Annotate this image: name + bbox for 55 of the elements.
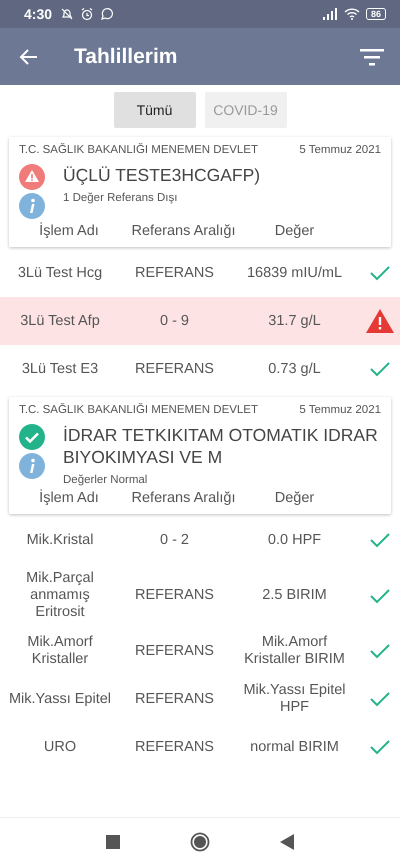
reference-range: REFERANS (134, 264, 215, 282)
institution-name: T.C. SAĞLIK BAKANLIĞI MENEMEN DEVLET (19, 404, 258, 416)
info-icon[interactable] (19, 453, 45, 479)
test-value: 0.73 g/L (267, 360, 322, 378)
result-card[interactable]: T.C. SAĞLIK BAKANLIĞI MENEMEN DEVLET 5 Temmuz 2021 ÜÇLÜ TESTE3HCGAFP) 1 Değer Referans Dışı İşlem Adı Referans Aralığı Değer (9, 137, 391, 247)
column-header: Referans Aralığı (130, 490, 236, 506)
reference-range: REFERANS (134, 738, 215, 756)
test-value: 0.0 HPF (266, 532, 322, 548)
result-date: 5 Temmuz 2021 (299, 144, 381, 156)
reference-range: REFERANS (134, 360, 215, 378)
back-arrow-icon[interactable] (19, 46, 39, 66)
column-header: Değer (274, 490, 316, 506)
wifi-icon (344, 8, 360, 20)
signal-icon (322, 8, 338, 20)
test-name: Mik.Amorf Kristaller (26, 634, 94, 668)
chat-bubble-icon (100, 7, 114, 21)
home-icon[interactable] (190, 832, 210, 852)
column-header: İşlem Adı (38, 490, 100, 506)
test-name: Mik.Parçal anmamış Eritrosit (25, 570, 95, 621)
test-value: 16839 mIU/mL (246, 264, 344, 282)
result-date: 5 Temmuz 2021 (299, 404, 381, 416)
column-header: Referans Aralığı (130, 223, 236, 239)
result-summary: Değerler Normal (63, 474, 148, 486)
filter-icon[interactable] (360, 48, 384, 66)
battery-level: 86 (366, 8, 386, 20)
reference-range: 0 - 9 (158, 312, 190, 330)
test-name: Mik.Yassı Epitel (8, 690, 112, 708)
notification-off-icon (60, 7, 74, 21)
filter-tab[interactable]: Tümü (114, 92, 196, 128)
info-icon[interactable] (19, 193, 45, 219)
reference-range: REFERANS (134, 642, 215, 660)
test-value: 31.7 g/L (267, 312, 322, 330)
status-time: 4:30 (24, 6, 52, 22)
result-card[interactable]: T.C. SAĞLIK BAKANLIĞI MENEMEN DEVLET 5 Temmuz 2021 İDRAR TETKIKITAM OTOMATIK IDRAR BIYOKIMYASI VE M Değerler Normal İşlem Adı Referans Aralığı Değer (9, 397, 391, 514)
screen-title: Tahlillerim (74, 44, 178, 68)
test-name: 3Lü Test Afp (19, 312, 101, 330)
test-title: İDRAR TETKIKITAM OTOMATIK IDRAR BIYOKIMYASI VE M (63, 424, 379, 468)
test-value: 2.5 BIRIM (261, 587, 328, 604)
test-value: Mik.Yassı Epitel HPF (242, 682, 347, 716)
reference-range: 0 - 2 (158, 532, 190, 548)
back-triangle-icon[interactable] (280, 834, 294, 850)
column-header: Değer (274, 223, 316, 239)
test-name: 3Lü Test E3 (20, 360, 100, 378)
reference-range: REFERANS (134, 690, 215, 708)
reference-range: REFERANS (134, 587, 215, 604)
test-value: normal BIRIM (249, 738, 340, 756)
test-title: ÜÇLÜ TESTE3HCGAFP) (63, 164, 260, 186)
test-name: URO (42, 738, 78, 756)
result-summary: 1 Değer Referans Dışı (63, 192, 178, 204)
test-value: Mik.Amorf Kristaller BIRIM (243, 634, 346, 668)
column-header: İşlem Adı (38, 223, 100, 239)
alarm-clock-icon (80, 7, 94, 21)
test-name: 3Lü Test Hcg (16, 264, 104, 282)
institution-name: T.C. SAĞLIK BAKANLIĞI MENEMEN DEVLET (19, 144, 258, 156)
test-name: Mik.Kristal (26, 532, 94, 548)
